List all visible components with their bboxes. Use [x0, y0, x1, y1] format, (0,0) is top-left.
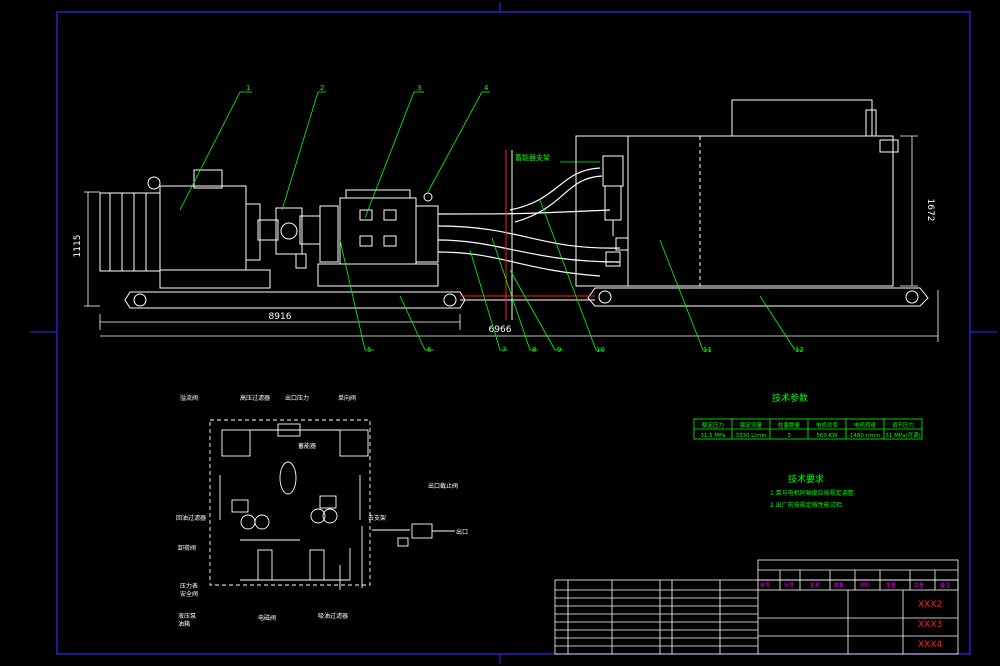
tech-params: 技术参数 额定压力 额定流量 柱塞数量 电机功率 电机转速 调节压力 31.5 …	[693, 392, 923, 440]
title-block: 序号 代号 名称 数量 材料 单重 总重 备注 XXX2 XXX3 XXX4	[554, 559, 959, 655]
balloon-9: 9	[557, 346, 561, 354]
coupling	[257, 207, 321, 269]
lbl-check-valve: 单向阀	[338, 394, 356, 402]
electric-motor	[99, 169, 271, 289]
main-view	[84, 99, 939, 342]
plunger-pump	[317, 189, 439, 287]
tp-header-3: 电机功率	[816, 421, 839, 429]
tb-header-0: 序号	[760, 582, 770, 589]
dim-6966: 6966	[489, 325, 512, 335]
tb-header-4: 材料	[860, 582, 870, 589]
lbl-pressure-gauge: 压力表	[180, 582, 198, 590]
balloon-12: 12	[795, 346, 804, 354]
lbl-safety-valve: 安全阀	[180, 590, 198, 598]
hydraulic-schematic	[209, 419, 455, 590]
tb-header-6: 总重	[914, 582, 924, 589]
lbl-solenoid-valve: 电磁阀	[258, 614, 276, 622]
balloon-2: 2	[320, 84, 324, 92]
tb-xxx4: XXX4	[918, 640, 942, 650]
tech-requirements: 技术要求 1.泵与电机同轴度应按规定调整. 2.出厂前按规定做性能试验.	[770, 473, 856, 509]
tb-header-5: 单重	[886, 582, 896, 589]
hoses	[437, 167, 621, 277]
lbl-working-pressure: 出口压力	[285, 394, 309, 402]
tb-xxx3: XXX3	[918, 620, 942, 630]
lbl-outlet-valve: 出口截止阀	[428, 482, 458, 490]
tech-req-item-2: 2.出厂前按规定做性能试验.	[770, 501, 844, 509]
tp-header-1: 额定流量	[740, 421, 763, 429]
base-skid-right	[587, 287, 929, 307]
tp-header-4: 电机转速	[854, 421, 877, 429]
cad-drawing: 1115 8916 6966 1672 1 2 3 4 5 6 7 8 9 10…	[30, 2, 997, 664]
tb-header-1: 代号	[784, 582, 794, 589]
tp-value-0: 31.5 MPa	[700, 433, 725, 439]
tb-header-7: 备注	[940, 582, 950, 589]
lbl-outlet: 出口	[456, 528, 468, 536]
dim-1672: 1672	[925, 199, 935, 222]
base-skid-left	[124, 291, 466, 309]
tp-header-2: 柱塞数量	[778, 421, 801, 429]
tp-value-3: 560 KW	[816, 433, 838, 439]
balloon-8: 8	[532, 346, 536, 354]
accumulator	[602, 155, 629, 267]
tech-req-title: 技术要求	[788, 473, 824, 485]
tech-req-item-1: 1.泵与电机同轴度应按规定调整.	[770, 489, 856, 497]
tp-value-2: 3	[787, 433, 791, 439]
accumulator-bracket-label: 蓄能器支架	[515, 153, 550, 162]
balloon-1: 1	[246, 84, 250, 92]
balloon-6: 6	[427, 346, 432, 354]
balloon-4: 4	[484, 84, 489, 92]
lbl-high-pressure-filter: 高压过滤器	[240, 394, 270, 402]
lbl-accumulator: 蓄能器	[298, 442, 316, 450]
tb-header-2: 名称	[810, 582, 820, 589]
balloon-7: 7	[502, 346, 506, 354]
tp-value-1: 3330 L/min	[735, 433, 767, 439]
lbl-suction-filter: 吸油过滤器	[318, 612, 348, 620]
dimension-texts: 1115 8916 6966 1672	[73, 199, 935, 335]
balloon-3: 3	[417, 84, 421, 92]
tb-header-3: 数量	[834, 582, 844, 589]
tech-params-title: 技术参数	[772, 392, 808, 404]
lbl-relief-valve: 溢流阀	[180, 394, 198, 402]
tp-header-5: 调节压力	[892, 421, 914, 429]
balloon-10: 10	[596, 346, 605, 354]
tp-value-4: 1480 r/min	[850, 433, 881, 439]
lbl-return-filter: 回油过滤器	[176, 514, 206, 522]
balloon-5: 5	[367, 346, 371, 354]
tb-xxx2: XXX2	[918, 600, 942, 610]
oil-tank	[575, 99, 899, 287]
lbl-unloading-valve: 卸荷阀	[178, 544, 196, 552]
drawing-frame	[30, 2, 997, 664]
tp-value-5: 31 MPa(可调)	[885, 431, 920, 439]
balloon-11: 11	[703, 346, 712, 354]
lbl-hydraulic-pump: 液压泵	[178, 612, 196, 620]
dim-1115: 1115	[73, 235, 83, 258]
lbl-to-support: 去支架	[368, 514, 386, 522]
dim-8916: 8916	[269, 312, 292, 322]
tp-header-0: 额定压力	[702, 421, 724, 429]
lbl-oil-tank: 油箱	[178, 620, 190, 628]
dimensions	[84, 135, 939, 342]
